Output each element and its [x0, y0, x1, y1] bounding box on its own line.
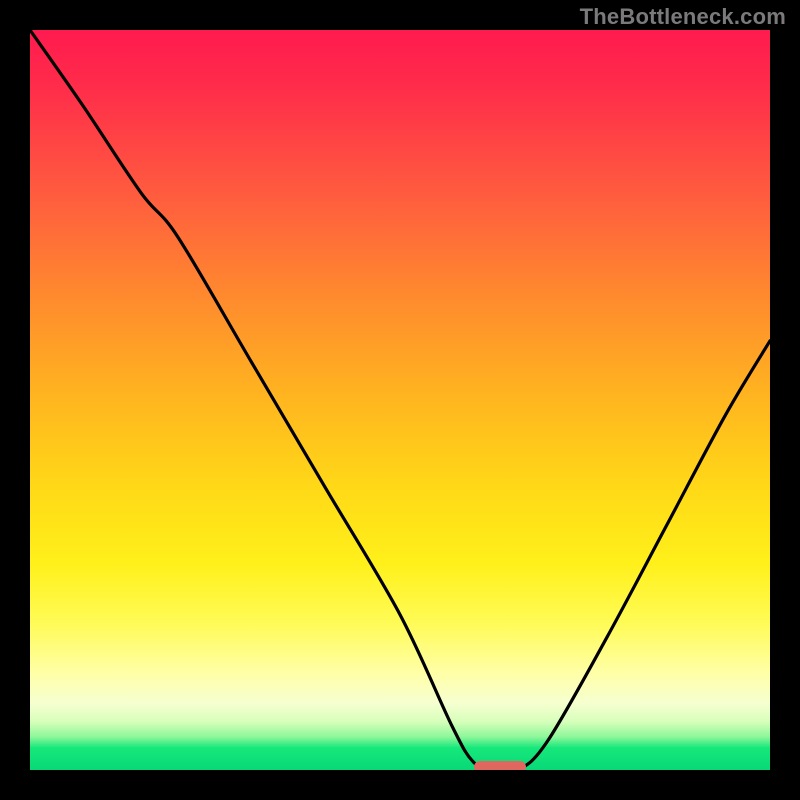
optimum-marker [474, 761, 526, 770]
chart-frame: TheBottleneck.com [0, 0, 800, 800]
curve-svg [30, 30, 770, 770]
bottleneck-curve [30, 30, 770, 770]
plot-area [30, 30, 770, 770]
watermark-text: TheBottleneck.com [580, 4, 786, 30]
